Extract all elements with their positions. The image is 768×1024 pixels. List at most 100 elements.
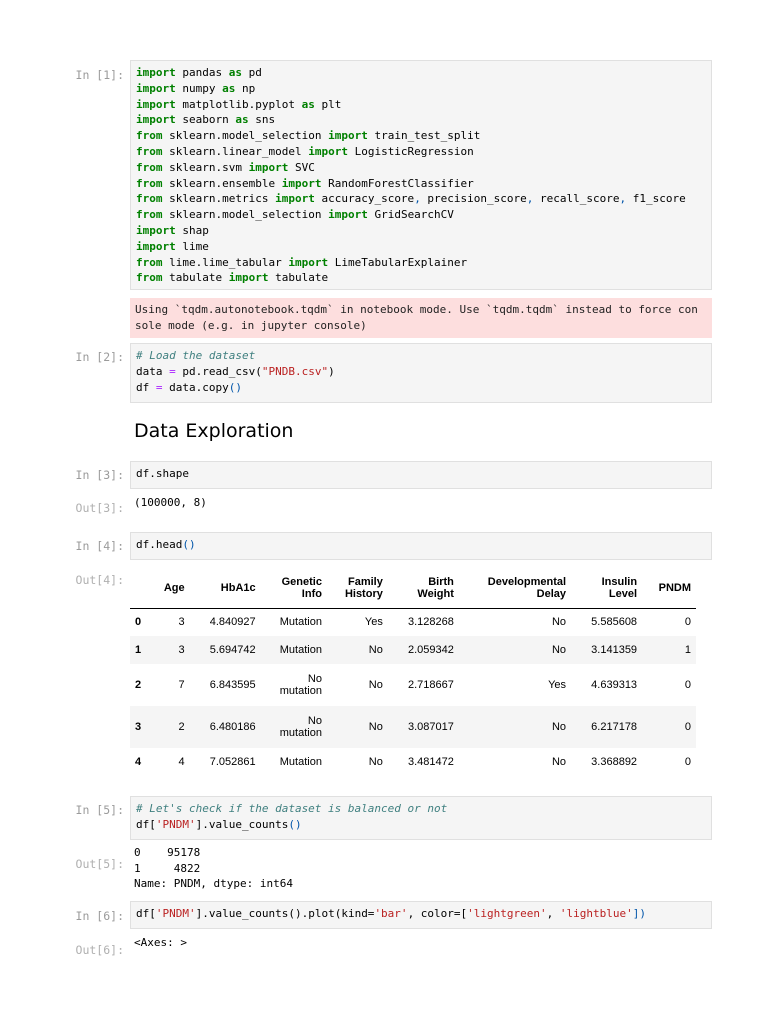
cell-age: 3 bbox=[178, 644, 185, 656]
cell-3-out-prompt: Out[3]: bbox=[75, 501, 124, 515]
cell-hba1c: 4.840927 bbox=[209, 616, 256, 629]
cell-insulin-level: 3.368892 bbox=[591, 756, 638, 768]
code-line: from sklearn.model_selection import trai… bbox=[136, 129, 481, 143]
cell-pndm: 0 bbox=[684, 616, 691, 629]
code-line: import numpy as np bbox=[136, 81, 256, 95]
cell-age: 4 bbox=[178, 756, 185, 768]
cell-hba1c: 6.480186 bbox=[209, 721, 256, 733]
section-heading: Data Exploration bbox=[134, 420, 294, 442]
cell-pndm: 0 bbox=[684, 756, 691, 768]
column-header-birth-weight: Birth Weight bbox=[417, 575, 454, 600]
cell-5-code[interactable]: # Let's check if the dataset is balanced… bbox=[130, 796, 712, 840]
cell-3-prompt: In [3]: bbox=[75, 468, 124, 482]
code-line: df.head() bbox=[136, 538, 196, 551]
cell-birth-weight: 3.087017 bbox=[407, 721, 454, 733]
cell-genetic-info: No mutation bbox=[279, 673, 322, 697]
cell-developmental-delay: No bbox=[551, 616, 567, 629]
cell-age: 3 bbox=[178, 616, 185, 629]
row-index: 2 bbox=[135, 679, 142, 691]
table-row: 4 4 7.052861 Mutation No 3.481472 No 3.3… bbox=[130, 748, 696, 776]
cell-insulin-level: 4.639313 bbox=[591, 679, 638, 691]
column-header-family-history: Family History bbox=[344, 575, 383, 600]
cell-4-prompt: In [4]: bbox=[75, 539, 124, 553]
code-line: from sklearn.model_selection import Grid… bbox=[136, 208, 454, 222]
cell-family-history: No bbox=[368, 679, 383, 691]
cell-6-output: <Axes: > bbox=[134, 936, 187, 949]
cell-5-prompt: In [5]: bbox=[75, 803, 124, 817]
row-index: 1 bbox=[135, 644, 142, 656]
cell-4-out-prompt: Out[4]: bbox=[75, 573, 124, 587]
row-index: 4 bbox=[135, 756, 142, 768]
cell-1-code[interactable]: import pandas as pd import numpy as np i… bbox=[130, 60, 712, 290]
cell-2-prompt: In [2]: bbox=[75, 350, 124, 364]
column-header-hba1c: HbA1c bbox=[220, 581, 256, 594]
code-line: import pandas as pd bbox=[136, 66, 262, 79]
code-line: import seaborn as sns bbox=[136, 113, 276, 127]
row-index: 0 bbox=[135, 616, 142, 629]
cell-1-prompt: In [1]: bbox=[75, 68, 124, 82]
column-header-index bbox=[130, 568, 150, 608]
code-line: from lime.lime_tabular import LimeTabula… bbox=[136, 255, 468, 269]
cell-genetic-info: Mutation bbox=[279, 644, 322, 656]
cell-pndm: 0 bbox=[684, 679, 691, 691]
cell-family-history: No bbox=[368, 756, 383, 768]
table-row: 3 2 6.480186 No mutation No 3.087017 No 6… bbox=[130, 706, 696, 748]
column-header-pndm: PNDM bbox=[658, 581, 691, 594]
cell-developmental-delay: No bbox=[551, 644, 567, 656]
cell-genetic-info: No mutation bbox=[279, 715, 322, 739]
cell-3-code[interactable]: df.shape bbox=[130, 461, 712, 489]
table-row: 1 3 5.694742 Mutation No 2.059342 No 3.1… bbox=[130, 636, 696, 664]
cell-developmental-delay: No bbox=[551, 756, 567, 768]
cell-developmental-delay: No bbox=[551, 721, 567, 733]
cell-birth-weight: 2.718667 bbox=[407, 679, 454, 691]
code-line: from tabulate import tabulate bbox=[136, 271, 329, 285]
cell-family-history: No bbox=[368, 644, 383, 656]
cell-insulin-level: 5.585608 bbox=[591, 616, 638, 629]
code-line: df['PNDM'].value_counts().plot(kind='bar… bbox=[136, 907, 647, 920]
code-line: import lime bbox=[136, 239, 209, 253]
code-line: import matplotlib.pyplot as plt bbox=[136, 97, 342, 111]
cell-5-output: 0 95178 1 4822 Name: PNDM, dtype: int64 bbox=[134, 846, 293, 890]
cell-developmental-delay: Yes bbox=[548, 679, 567, 691]
table-row: 0 3 4.840927 Mutation Yes 3.128268 No 5.… bbox=[130, 608, 696, 636]
cell-4-code[interactable]: df.head() bbox=[130, 532, 712, 560]
cell-genetic-info: Mutation bbox=[279, 756, 322, 768]
cell-family-history: No bbox=[368, 721, 383, 733]
cell-age: 2 bbox=[178, 721, 185, 733]
column-header-age: Age bbox=[163, 581, 185, 594]
code-line: df['PNDM'].value_counts() bbox=[136, 817, 302, 831]
cell-age: 7 bbox=[178, 679, 185, 691]
code-line: data = pd.read_csv("PNDB.csv") bbox=[136, 364, 335, 378]
cell-insulin-level: 3.141359 bbox=[591, 644, 638, 656]
cell-hba1c: 6.843595 bbox=[209, 679, 256, 691]
cell-insulin-level: 6.217178 bbox=[591, 721, 638, 733]
table-row: 2 7 6.843595 No mutation No 2.718667 Yes … bbox=[130, 664, 696, 706]
code-line: from sklearn.svm import SVC bbox=[136, 160, 315, 174]
cell-hba1c: 7.052861 bbox=[209, 756, 256, 768]
cell-5-out-prompt: Out[5]: bbox=[75, 857, 124, 871]
dataframe-table: Age HbA1c Genetic Info Family History Birt… bbox=[130, 568, 696, 776]
row-index: 3 bbox=[135, 721, 142, 733]
cell-birth-weight: 2.059342 bbox=[407, 644, 454, 656]
cell-6-code[interactable]: df['PNDM'].value_counts().plot(kind='bar… bbox=[130, 901, 712, 929]
cell-family-history: Yes bbox=[364, 616, 383, 629]
cell-pndm: 1 bbox=[684, 644, 691, 656]
cell-6-out-prompt: Out[6]: bbox=[75, 943, 124, 957]
code-line: from sklearn.ensemble import RandomFores… bbox=[136, 176, 474, 190]
code-line: import shap bbox=[136, 223, 209, 237]
cell-genetic-info: Mutation bbox=[279, 616, 322, 629]
cell-2-code[interactable]: # Load the dataset data = pd.read_csv("P… bbox=[130, 343, 712, 403]
cell-pndm: 0 bbox=[684, 721, 691, 733]
column-header-genetic-info: Genetic Info bbox=[281, 575, 322, 600]
cell-3-output: (100000, 8) bbox=[134, 496, 207, 509]
dataframe-header-row: Age HbA1c Genetic Info Family History Birt… bbox=[130, 568, 696, 608]
code-line: from sklearn.linear_model import Logisti… bbox=[136, 144, 474, 158]
cell-6-prompt: In [6]: bbox=[75, 909, 124, 923]
cell-hba1c: 5.694742 bbox=[209, 644, 256, 656]
cell-birth-weight: 3.128268 bbox=[407, 616, 454, 629]
column-header-insulin-level: Insulin Level bbox=[601, 575, 638, 600]
code-line: df = data.copy() bbox=[136, 380, 242, 394]
code-line: from sklearn.metrics import accuracy_sco… bbox=[136, 192, 686, 206]
cell-birth-weight: 3.481472 bbox=[407, 756, 454, 768]
column-header-developmental-delay: Developmental Delay bbox=[487, 575, 567, 600]
